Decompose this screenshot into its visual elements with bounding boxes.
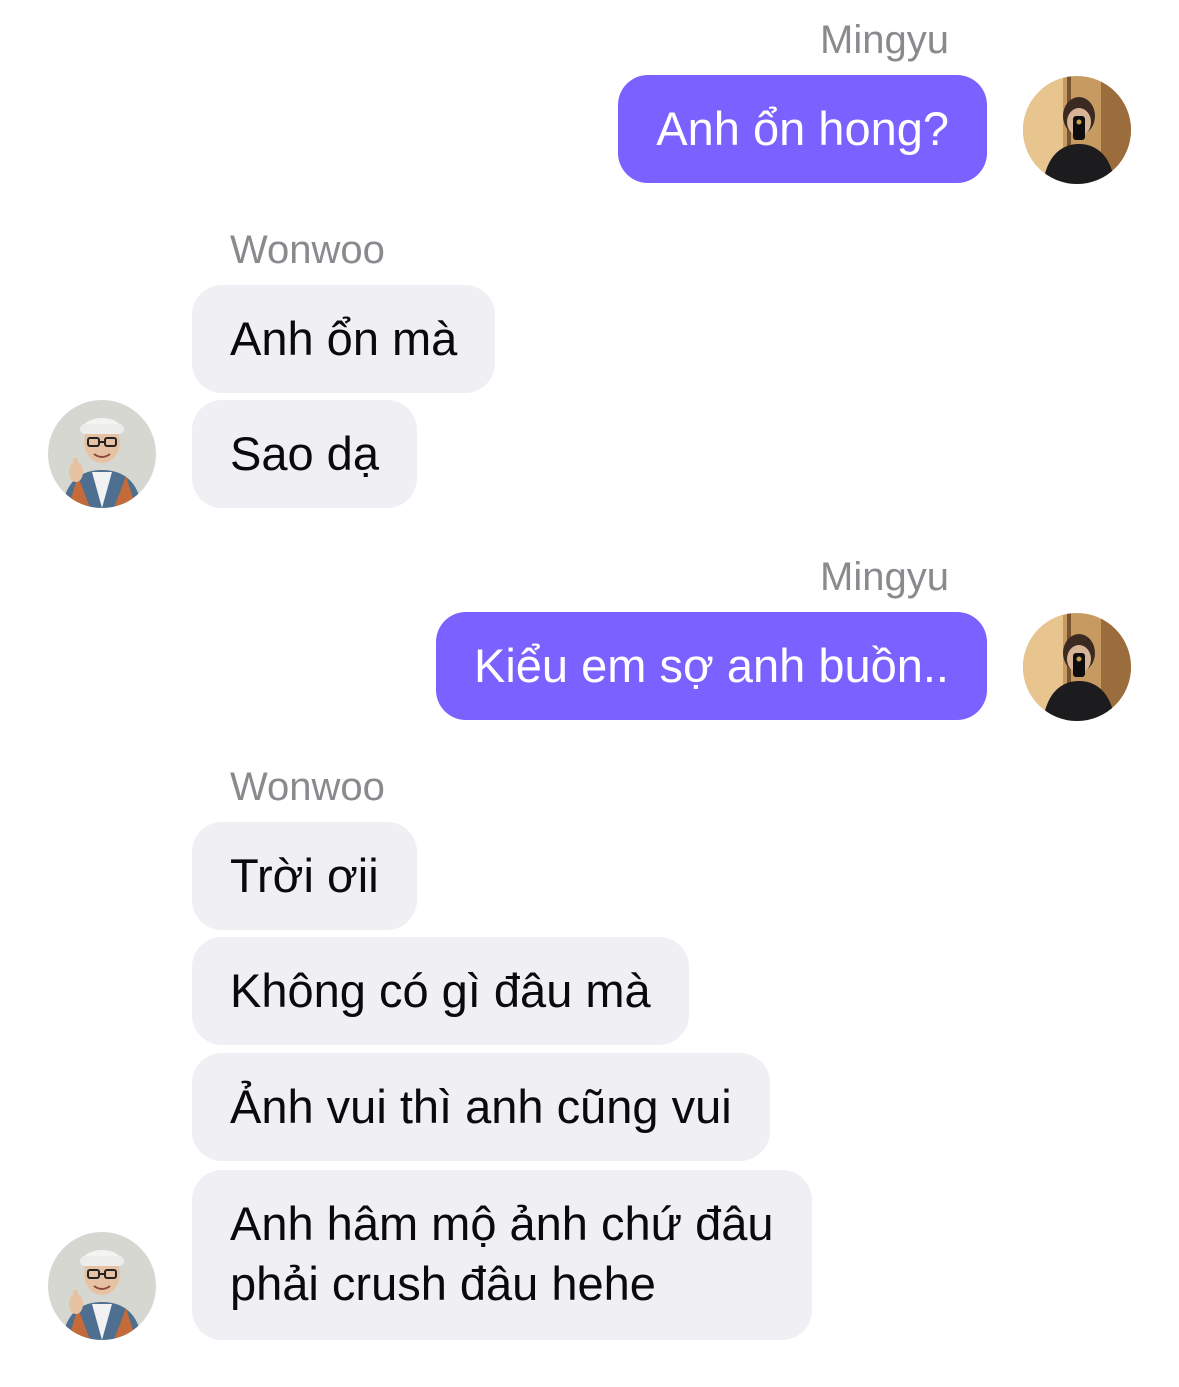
- incoming-message-bubble[interactable]: Trời ơii: [192, 822, 417, 930]
- sender-name: Mingyu: [820, 18, 949, 62]
- user-photo-mingyu-icon: [1023, 613, 1131, 721]
- sender-name: Mingyu: [820, 555, 949, 599]
- user-photo-wonwoo-icon: [48, 1232, 156, 1340]
- outgoing-message-bubble[interactable]: Kiểu em sợ anh buồn..: [435, 612, 987, 720]
- incoming-message-bubble[interactable]: Anh hâm mộ ảnh chứ đâu phải crush đâu he…: [192, 1170, 812, 1340]
- user-photo-wonwoo-icon: [48, 400, 156, 508]
- incoming-message-bubble[interactable]: Ảnh vui thì anh cũng vui: [192, 1053, 770, 1161]
- avatar-mingyu[interactable]: [1023, 76, 1131, 184]
- incoming-message-bubble[interactable]: Không có gì đâu mà: [192, 937, 689, 1045]
- sender-name: Wonwoo: [230, 228, 385, 272]
- sender-name: Wonwoo: [230, 765, 385, 809]
- incoming-message-bubble[interactable]: Anh ổn mà: [192, 285, 496, 393]
- incoming-message-bubble[interactable]: Sao dạ: [192, 400, 417, 508]
- avatar-mingyu[interactable]: [1023, 613, 1131, 721]
- outgoing-message-bubble[interactable]: Anh ổn hong?: [618, 75, 987, 183]
- user-photo-mingyu-icon: [1023, 76, 1131, 184]
- avatar-wonwoo[interactable]: [48, 1232, 156, 1340]
- avatar-wonwoo[interactable]: [48, 400, 156, 508]
